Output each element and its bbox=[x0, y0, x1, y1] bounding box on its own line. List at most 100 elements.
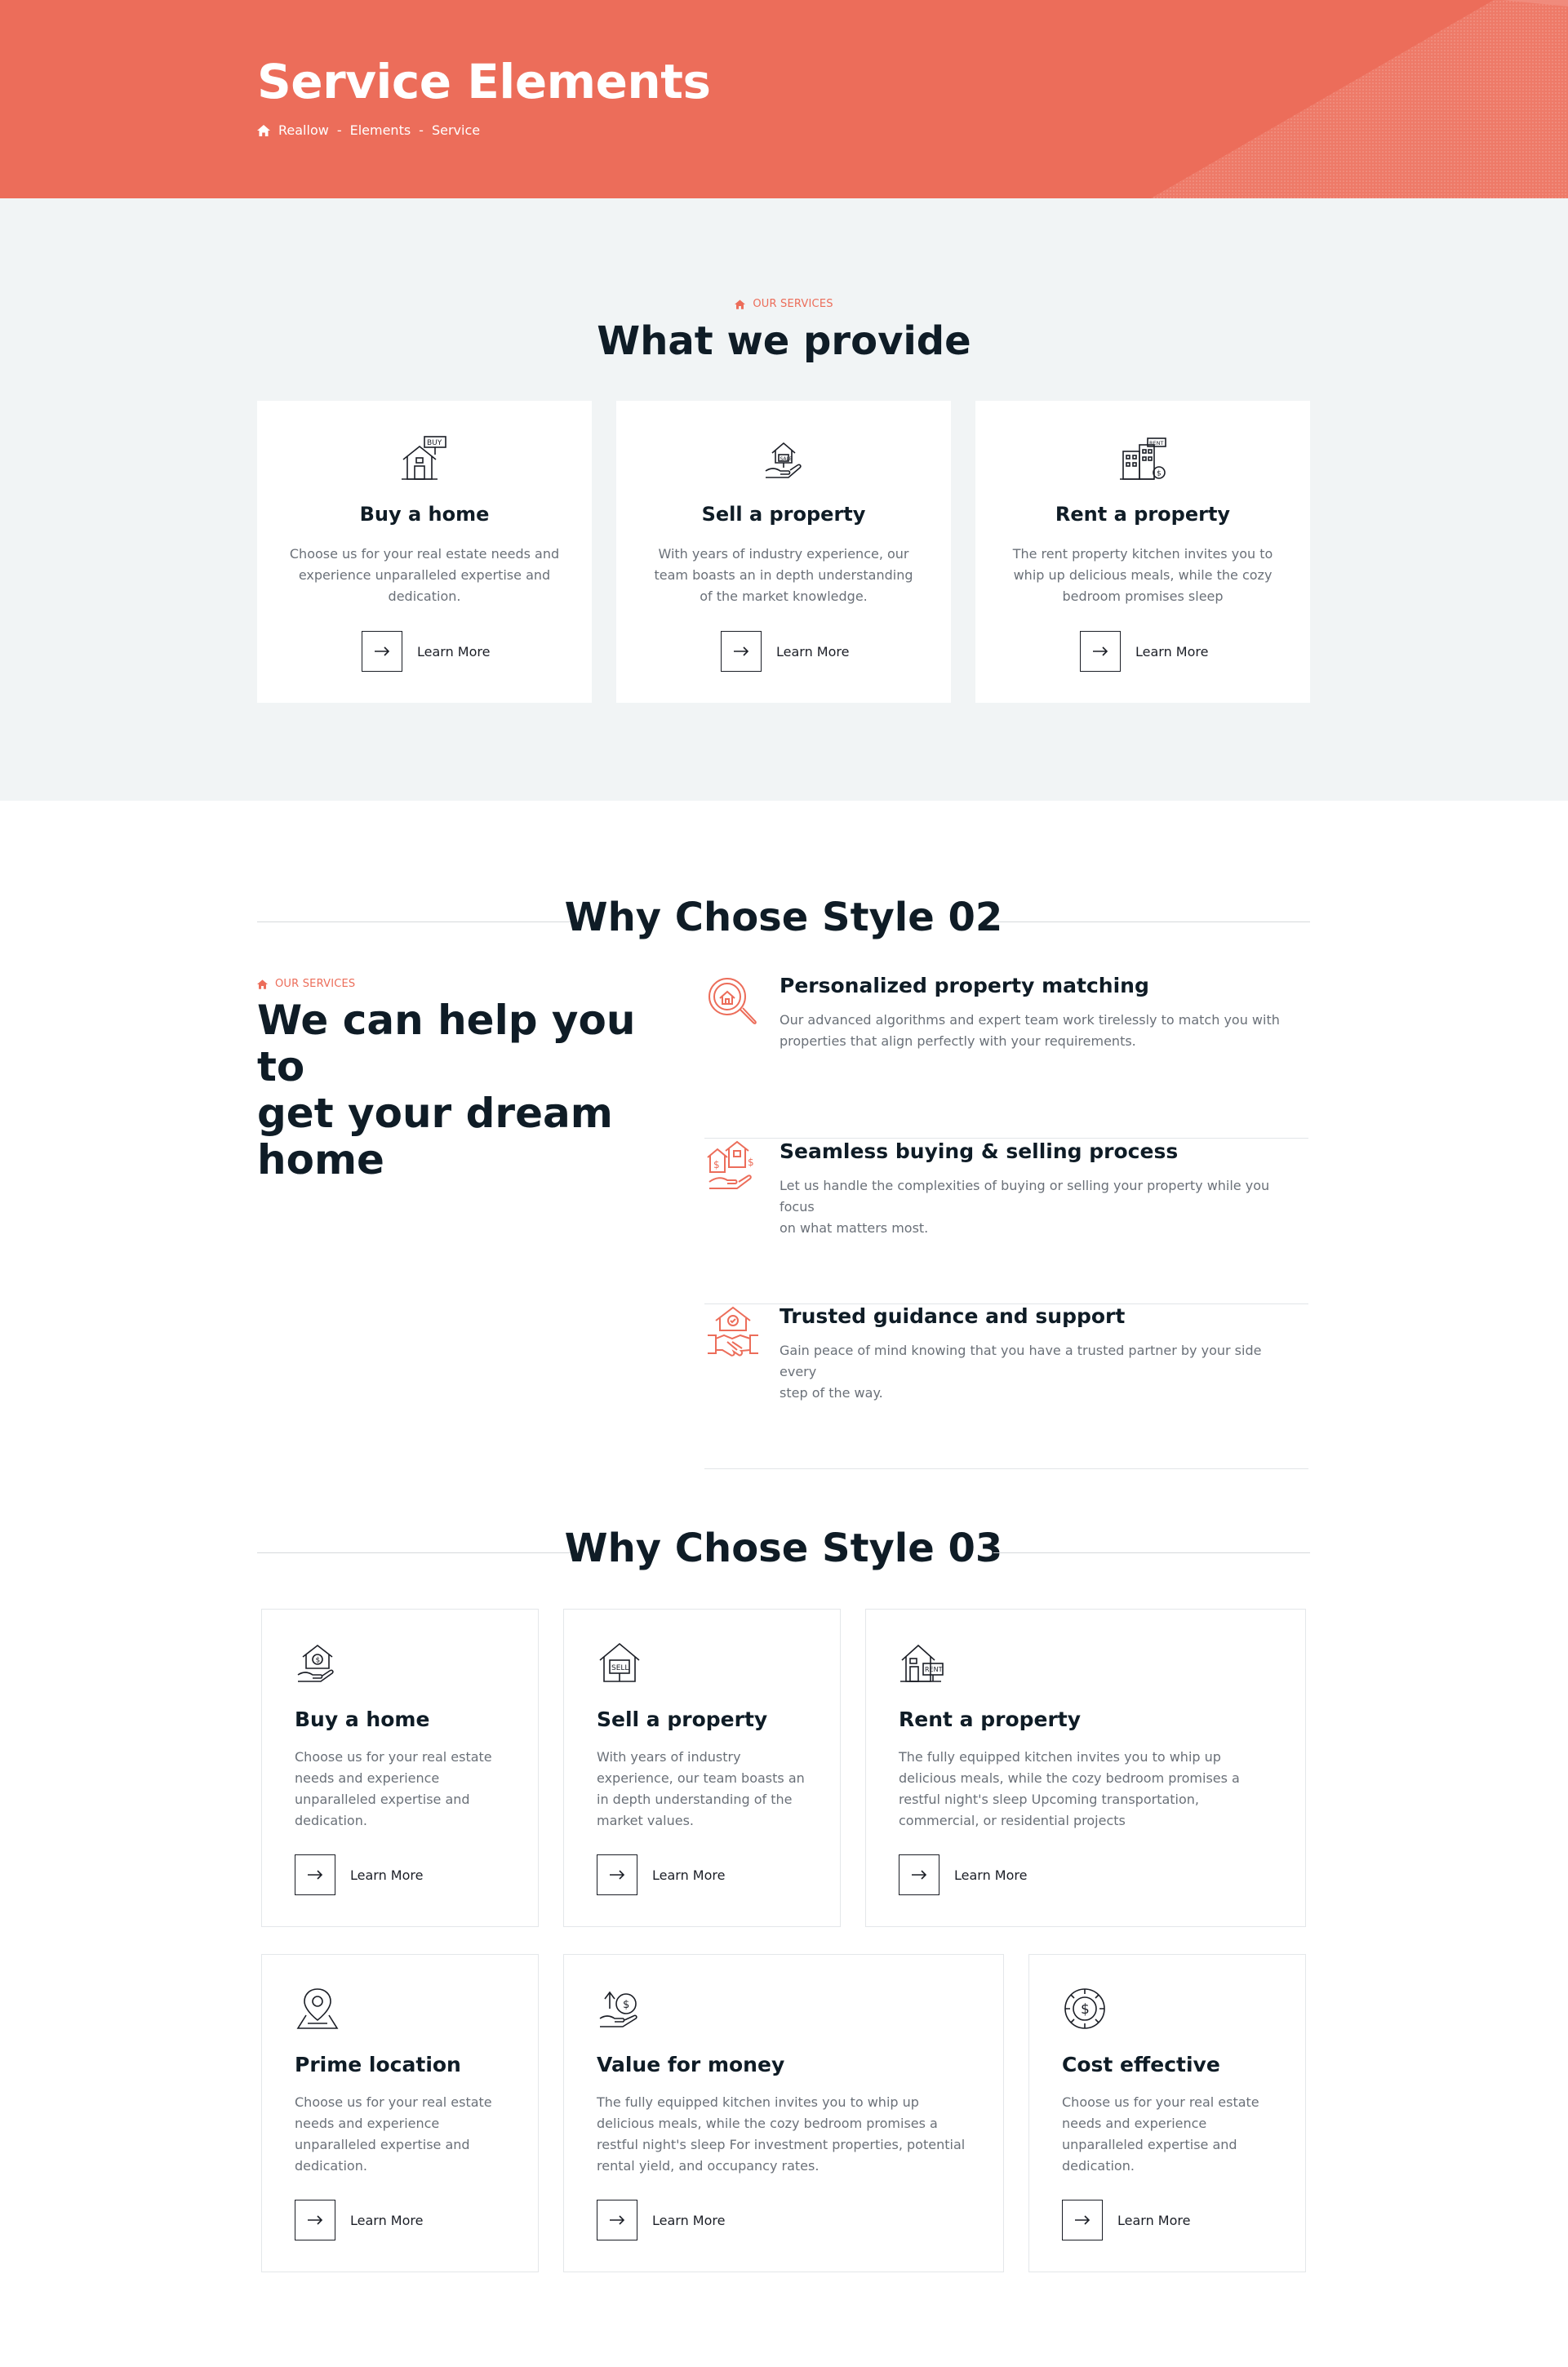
svg-text:SELL: SELL bbox=[611, 1664, 629, 1672]
card-description: The fully equipped kitchen invites you t… bbox=[899, 1749, 1240, 1828]
rent-building-icon: RENT $ bbox=[1120, 437, 1166, 480]
feature-title: Trusted guidance and support bbox=[780, 1304, 1126, 1328]
arrow-right-button[interactable] bbox=[362, 631, 402, 672]
section-title: Why Chose Style 03 bbox=[564, 1525, 1003, 1571]
card-description: The fully equipped kitchen invites you t… bbox=[597, 2094, 966, 2174]
section-eyebrow: OUR SERVICES bbox=[0, 298, 1568, 310]
svg-text:RENT: RENT bbox=[1149, 440, 1163, 446]
card-title: Cost effective bbox=[1062, 2053, 1220, 2076]
section-eyebrow: OUR SERVICES bbox=[257, 978, 355, 990]
arrow-right-button[interactable] bbox=[899, 1854, 939, 1895]
svg-text:$: $ bbox=[316, 1657, 321, 1665]
learn-more-link[interactable]: Learn More bbox=[597, 1854, 725, 1895]
learn-more-link[interactable]: Learn More bbox=[721, 631, 849, 672]
breadcrumb-separator: - bbox=[419, 122, 424, 138]
home-icon[interactable] bbox=[257, 124, 270, 136]
learn-more-link[interactable]: Learn More bbox=[1080, 631, 1208, 672]
breadcrumb-item-home[interactable]: Reallow bbox=[278, 122, 329, 138]
house-sell-sign-icon: SELL bbox=[599, 1642, 640, 1682]
buy-house-icon: BUY bbox=[402, 436, 446, 480]
arrow-right-button[interactable] bbox=[597, 2200, 637, 2240]
page-title: Service Elements bbox=[257, 54, 711, 109]
card-title: Prime location bbox=[295, 2053, 461, 2076]
buy-sell-houses-icon: $ $ bbox=[707, 1140, 754, 1189]
arrow-right-icon bbox=[375, 646, 390, 656]
home-icon bbox=[735, 299, 746, 309]
learn-more-label[interactable]: Learn More bbox=[652, 1867, 725, 1883]
card-description: Choose us for your real estate needs and … bbox=[295, 2094, 492, 2174]
learn-more-label[interactable]: Learn More bbox=[776, 644, 849, 659]
feature-item: Personalized property matching Our advan… bbox=[704, 974, 1308, 1139]
card-title: Rent a property bbox=[1055, 503, 1231, 526]
learn-more-link[interactable]: Learn More bbox=[295, 1854, 423, 1895]
arrow-right-button[interactable] bbox=[1080, 631, 1121, 672]
learn-more-label[interactable]: Learn More bbox=[1135, 644, 1208, 659]
search-house-icon bbox=[708, 978, 757, 1024]
home-icon bbox=[257, 979, 268, 989]
arrow-right-icon bbox=[1075, 2215, 1090, 2225]
arrow-right-icon bbox=[308, 2215, 323, 2225]
feature-description: Gain peace of mind knowing that you have… bbox=[780, 1343, 1262, 1401]
svg-text:$: $ bbox=[623, 1999, 629, 2011]
breadcrumb-item-elements[interactable]: Elements bbox=[350, 122, 411, 138]
card-title: Value for money bbox=[597, 2053, 785, 2076]
feature-description: Let us handle the complexities of buying… bbox=[780, 1178, 1270, 1236]
service-card-rent: RENT $ Rent a property The rent property… bbox=[975, 401, 1310, 703]
card-title: Buy a home bbox=[295, 1708, 430, 1731]
learn-more-link[interactable]: Learn More bbox=[899, 1854, 1027, 1895]
sell-house-hand-icon: SALE bbox=[765, 442, 802, 478]
arrow-right-icon bbox=[610, 2215, 625, 2225]
page-header-banner: Service Elements Reallow - Elements - Se… bbox=[0, 0, 1568, 198]
learn-more-label[interactable]: Learn More bbox=[1117, 2213, 1190, 2228]
learn-more-link[interactable]: Learn More bbox=[295, 2200, 423, 2240]
learn-more-label[interactable]: Learn More bbox=[954, 1867, 1027, 1883]
eyebrow-label: OUR SERVICES bbox=[275, 978, 356, 990]
arrow-right-button[interactable] bbox=[295, 2200, 335, 2240]
service-card-value: $ Value for money The fully equipped kit… bbox=[563, 1954, 1004, 2272]
service-card-buy: $ Buy a home Choose us for your real est… bbox=[261, 1609, 539, 1927]
card-title: Sell a property bbox=[701, 503, 866, 526]
service-card-sell: SELL Sell a property With years of indus… bbox=[563, 1609, 841, 1927]
section-title: Why Chose Style 02 bbox=[564, 895, 1003, 940]
section-title: We can help you to get your dream home bbox=[257, 997, 636, 1184]
service-card-sell: SALE Sell a property With years of indus… bbox=[616, 401, 951, 703]
svg-text:$: $ bbox=[1157, 470, 1162, 478]
service-card-location: Prime location Choose us for your real e… bbox=[261, 1954, 539, 2272]
svg-text:RENT: RENT bbox=[925, 1666, 943, 1673]
svg-text:SALE: SALE bbox=[780, 456, 793, 462]
learn-more-link[interactable]: Learn More bbox=[362, 631, 490, 672]
card-description: With years of industry experience, our te… bbox=[654, 546, 913, 604]
handshake-house-icon bbox=[708, 1306, 758, 1357]
feature-item: $ $ Seamless buying & selling process Le… bbox=[704, 1139, 1308, 1304]
breadcrumb-item-current: Service bbox=[431, 122, 481, 138]
map-pin-icon bbox=[296, 1988, 339, 2029]
arrow-right-button[interactable] bbox=[597, 1854, 637, 1895]
divider-line bbox=[993, 921, 1310, 922]
learn-more-label[interactable]: Learn More bbox=[417, 644, 490, 659]
service-card-buy: BUY Buy a home Choose us for your real e… bbox=[257, 401, 592, 703]
what-we-provide-section: OUR SERVICES What we provide BUY Buy a h… bbox=[0, 198, 1568, 801]
card-title: Rent a property bbox=[899, 1708, 1082, 1731]
breadcrumb-separator: - bbox=[336, 122, 342, 138]
banner-pattern bbox=[1151, 0, 1568, 198]
money-growth-icon: $ bbox=[599, 1991, 637, 2027]
arrow-right-icon bbox=[308, 1870, 323, 1880]
service-card-cost: $ Cost effective Choose us for your real… bbox=[1028, 1954, 1306, 2272]
feature-title: Seamless buying & selling process bbox=[780, 1139, 1179, 1163]
learn-more-label[interactable]: Learn More bbox=[350, 2213, 423, 2228]
section-heading-style-03: Why Chose Style 03 bbox=[257, 1525, 1310, 1574]
arrow-right-button[interactable] bbox=[295, 1854, 335, 1895]
feature-description: Our advanced algorithms and expert team … bbox=[780, 1012, 1280, 1049]
house-dollar-hand-icon: $ bbox=[297, 1644, 334, 1682]
svg-text:$: $ bbox=[713, 1159, 720, 1170]
arrow-right-button[interactable] bbox=[721, 631, 762, 672]
card-description: Choose us for your real estate needs and… bbox=[289, 546, 560, 604]
card-title: Buy a home bbox=[359, 503, 490, 526]
learn-more-link[interactable]: Learn More bbox=[597, 2200, 725, 2240]
learn-more-link[interactable]: Learn More bbox=[1062, 2200, 1190, 2240]
learn-more-label[interactable]: Learn More bbox=[652, 2213, 725, 2228]
arrow-right-button[interactable] bbox=[1062, 2200, 1103, 2240]
section-heading-style-02: Why Chose Style 02 bbox=[257, 895, 1310, 944]
learn-more-label[interactable]: Learn More bbox=[350, 1867, 423, 1883]
dollar-gear-icon: $ bbox=[1064, 1988, 1105, 2029]
